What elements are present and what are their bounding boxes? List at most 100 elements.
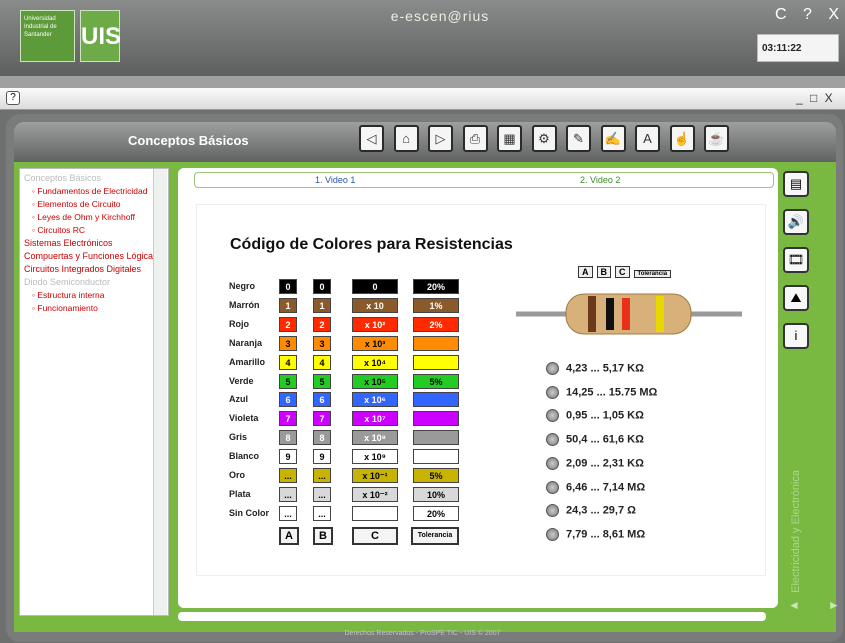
next-arrow-icon[interactable]: ► [828, 598, 845, 612]
sidebar-item[interactable]: Sistemas Electrónicos [24, 238, 164, 248]
color-cell-d2[interactable]: ... [313, 486, 331, 502]
color-cell-mult[interactable]: x 10⁻¹ [352, 468, 398, 483]
band-a-button[interactable]: A [279, 527, 299, 545]
color-cell-d1[interactable]: 2 [279, 316, 297, 332]
prev-arrow-icon[interactable]: ◄ [788, 598, 828, 612]
color-cell-tol[interactable]: 20% [413, 279, 459, 294]
color-cell-d1[interactable]: 3 [279, 335, 297, 351]
network-icon[interactable]: ⚙ [531, 125, 557, 152]
color-cell-tol[interactable]: 5% [413, 468, 459, 483]
radio-icon[interactable] [546, 527, 559, 541]
band-b-button[interactable]: B [313, 527, 333, 545]
color-cell-d1[interactable]: 1 [279, 297, 297, 313]
color-cell-tol[interactable]: 10% [413, 486, 459, 502]
color-cell-mult[interactable]: 0 [352, 279, 398, 294]
window-controls[interactable]: C ? X [775, 6, 845, 24]
color-cell-d2[interactable]: 4 [313, 354, 331, 370]
color-cell-d1[interactable]: ... [279, 505, 297, 521]
color-cell-d1[interactable]: ... [279, 468, 297, 483]
color-cell-tol[interactable] [413, 449, 459, 465]
color-cell-mult[interactable] [352, 505, 398, 521]
color-cell-tol[interactable] [413, 392, 459, 408]
sidebar-item[interactable]: ◦ Leyes de Ohm y Kirchhoff [24, 212, 164, 222]
color-cell-mult[interactable]: x 10⁴ [352, 354, 398, 370]
print-icon[interactable]: ⎙ [462, 125, 488, 152]
sidebar-item[interactable]: Diodo Semiconductor [24, 277, 164, 287]
sidebar-item[interactable]: ◦ Funcionamiento [24, 303, 164, 313]
color-cell-tol[interactable] [413, 411, 459, 427]
sidebar-item[interactable]: ◦ Elementos de Circuito [24, 199, 164, 209]
color-cell-tol[interactable]: 20% [413, 505, 459, 521]
color-cell-d2[interactable]: 5 [313, 373, 331, 389]
info-icon[interactable]: i [783, 323, 809, 349]
color-cell-mult[interactable]: x 10³ [352, 335, 398, 351]
color-cell-d1[interactable]: 8 [279, 430, 297, 446]
color-cell-mult[interactable]: x 10⁸ [352, 430, 398, 446]
color-cell-d1[interactable]: 4 [279, 354, 297, 370]
color-cell-mult[interactable]: x 10⁶ [352, 392, 398, 408]
color-cell-d2[interactable]: ... [313, 468, 331, 483]
color-cell-d1[interactable]: 7 [279, 411, 297, 427]
font-icon[interactable]: A [635, 125, 660, 152]
radio-icon[interactable] [546, 504, 559, 518]
cup-icon[interactable]: ☕ [704, 125, 729, 152]
color-cell-d2[interactable]: 1 [313, 297, 331, 313]
sidebar-item[interactable]: ◦ Estructura interna [24, 290, 164, 300]
color-cell-d2[interactable]: 6 [313, 392, 331, 408]
video-icon[interactable]: 🎞 [783, 247, 809, 273]
tab-video-2[interactable]: 2. Video 2 [580, 175, 620, 185]
sidebar-item[interactable]: ◦ Fundamentos de Electricidad [24, 186, 164, 196]
color-cell-mult[interactable]: x 10⁹ [352, 449, 398, 465]
pointer-icon[interactable]: ☝ [669, 125, 695, 152]
tolerance-button[interactable]: Tolerancia [411, 527, 459, 545]
color-cell-tol[interactable]: 1% [413, 297, 459, 313]
color-cell-mult[interactable]: x 10 [352, 297, 398, 313]
sidebar-item[interactable]: Conceptos Básicos [24, 173, 164, 183]
calculator-icon[interactable]: ▦ [497, 125, 522, 152]
answer-option[interactable]: 7,79 ... 8,61 MΩ [546, 527, 645, 541]
color-cell-mult[interactable]: x 10⁵ [352, 373, 398, 389]
color-cell-tol[interactable] [413, 430, 459, 446]
color-cell-tol[interactable]: 5% [413, 373, 459, 389]
radio-icon[interactable] [546, 385, 559, 399]
color-cell-tol[interactable]: 2% [413, 316, 459, 332]
color-cell-d1[interactable]: 9 [279, 449, 297, 465]
progress-bar[interactable] [178, 612, 766, 621]
radio-icon[interactable] [546, 433, 559, 447]
radio-icon[interactable] [546, 456, 559, 470]
sidebar-item[interactable]: ◦ Circuitos RC [24, 225, 164, 235]
answer-option[interactable]: 14,25 ... 15.75 MΩ [546, 385, 657, 399]
answer-option[interactable]: 2,09 ... 2,31 KΩ [546, 456, 644, 470]
sidebar-scrollbar[interactable] [153, 169, 167, 615]
nav-arrows[interactable]: ◄► [788, 598, 845, 612]
image-icon[interactable]: ⛰ [783, 285, 809, 311]
home-icon[interactable]: ⌂ [393, 125, 419, 152]
color-cell-d2[interactable]: 7 [313, 411, 331, 427]
radio-icon[interactable] [546, 362, 559, 375]
color-cell-d2[interactable]: ... [313, 505, 331, 521]
document-icon[interactable]: ▤ [783, 171, 809, 197]
color-cell-tol[interactable] [413, 335, 459, 351]
sidebar-item[interactable]: Circuitos Integrados Digitales [24, 264, 164, 274]
sidebar-item[interactable]: Compuertas y Funciones Lógicas [24, 251, 164, 261]
color-cell-d2[interactable]: 8 [313, 430, 331, 446]
band-c-button[interactable]: C [352, 527, 398, 545]
color-cell-mult[interactable]: x 10² [352, 316, 398, 332]
pen-icon[interactable]: ✍ [600, 125, 626, 152]
color-cell-d2[interactable]: 9 [313, 449, 331, 465]
color-cell-d1[interactable]: 5 [279, 373, 297, 389]
window-buttons[interactable]: _ □ X [796, 91, 844, 107]
prev-icon[interactable]: ◁ [359, 125, 384, 152]
color-cell-tol[interactable] [413, 354, 459, 370]
color-cell-d1[interactable]: ... [279, 486, 297, 502]
help-button[interactable]: ? [6, 91, 20, 105]
radio-icon[interactable] [546, 480, 559, 494]
answer-option[interactable]: 4,23 ... 5,17 KΩ [546, 362, 644, 375]
color-cell-d2[interactable]: 0 [313, 279, 331, 294]
audio-icon[interactable]: 🔊 [783, 209, 809, 235]
color-cell-d1[interactable]: 0 [279, 279, 297, 294]
color-cell-d2[interactable]: 3 [313, 335, 331, 351]
color-cell-d1[interactable]: 6 [279, 392, 297, 408]
color-cell-mult[interactable]: x 10⁷ [352, 411, 398, 427]
next-icon[interactable]: ▷ [428, 125, 453, 152]
